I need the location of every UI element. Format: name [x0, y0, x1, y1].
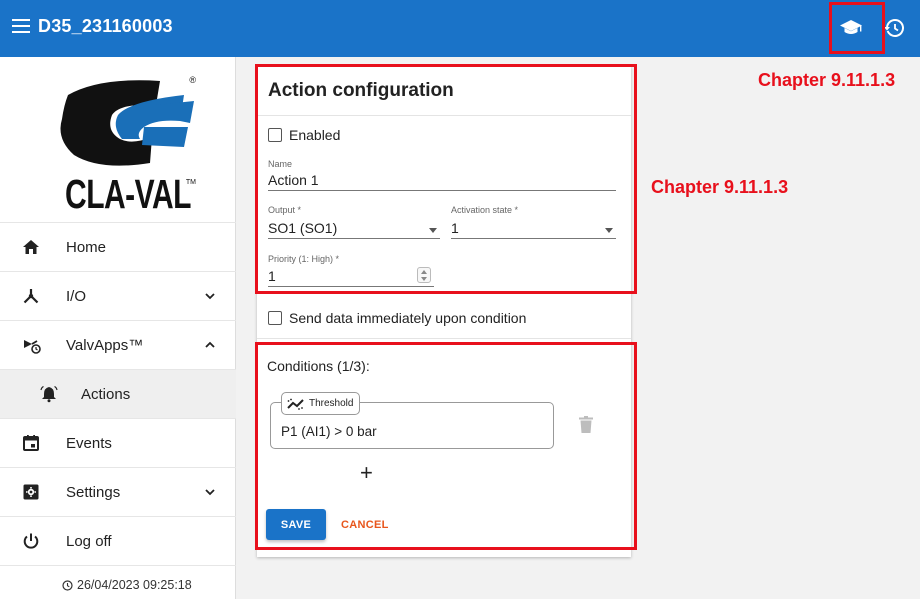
sidebar: ® CLA-VAL TM Home I/O ValvApps™ Actions … — [0, 57, 236, 599]
send-data-checkbox[interactable] — [268, 311, 282, 325]
sidebar-item-events[interactable]: Events — [0, 418, 236, 467]
history-icon[interactable] — [883, 17, 905, 39]
clock-icon — [62, 580, 73, 591]
device-title: D35_231160003 — [38, 16, 173, 36]
sidebar-item-label: Settings — [66, 484, 121, 501]
timestamp-text: 26/04/2023 09:25:18 — [77, 578, 192, 592]
sidebar-item-label: Events — [66, 435, 112, 452]
chevron-down-icon — [205, 293, 215, 300]
top-app-bar: D35_231160003 — [0, 0, 920, 57]
cla-val-logo: ® CLA-VAL TM — [60, 75, 196, 218]
sidebar-item-label: ValvApps™ — [66, 337, 144, 354]
trademark-mark: TM — [185, 179, 196, 186]
annotation-highlight-conditions — [255, 342, 637, 550]
calendar-icon — [23, 435, 39, 451]
sidebar-item-io[interactable]: I/O — [0, 271, 236, 320]
annotation-highlight-configuration — [255, 64, 637, 294]
sidebar-item-label: Actions — [81, 386, 131, 403]
valvapps-icon — [24, 340, 41, 354]
settings-icon — [23, 484, 39, 500]
send-data-label: Send data immediately upon condition — [289, 310, 527, 326]
annotation-highlight-help — [829, 2, 885, 54]
chevron-down-icon — [205, 489, 215, 496]
sidebar-item-actions[interactable]: Actions — [0, 369, 236, 418]
timestamp: 26/04/2023 09:25:18 — [62, 578, 192, 592]
sidebar-item-label: Log off — [66, 533, 112, 550]
sidebar-item-label: Home — [66, 239, 107, 256]
logo-mark-icon — [60, 80, 194, 166]
power-icon — [23, 533, 39, 549]
chevron-up-icon — [205, 341, 215, 348]
home-icon — [23, 240, 39, 254]
sidebar-item-valvapps[interactable]: ValvApps™ — [0, 320, 236, 369]
sidebar-item-log-off[interactable]: Log off — [0, 516, 236, 565]
logo-text: CLA-VAL — [65, 173, 191, 218]
sidebar-item-settings[interactable]: Settings — [0, 467, 236, 516]
annotation-chapter-top: Chapter 9.11.1.3 — [758, 70, 896, 90]
bell-icon — [40, 385, 58, 403]
timestamp-row: 26/04/2023 09:25:18 — [0, 565, 236, 599]
sidebar-item-label: I/O — [66, 288, 87, 305]
annotation-chapter-mid: Chapter 9.11.1.3 — [651, 177, 789, 197]
registered-mark: ® — [189, 75, 196, 85]
sidebar-nav: Home I/O ValvApps™ Actions Events Settin… — [0, 222, 236, 599]
io-icon — [23, 289, 39, 304]
hamburger-menu-icon[interactable] — [12, 19, 30, 33]
sidebar-item-home[interactable]: Home — [0, 222, 236, 271]
section-divider — [257, 338, 631, 339]
